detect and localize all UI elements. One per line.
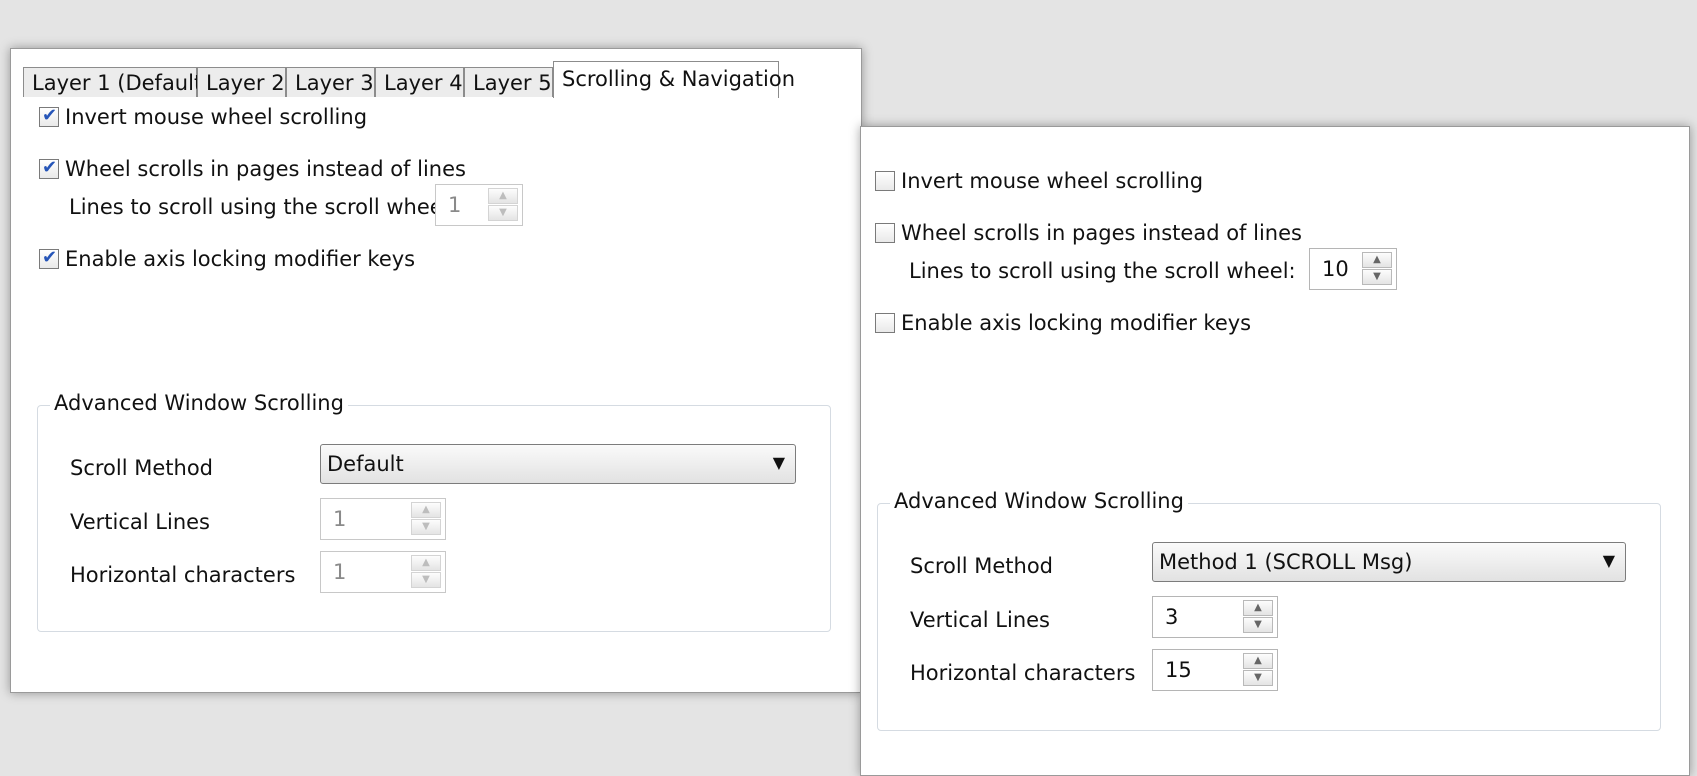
chevron-down-icon: ▼ <box>1602 551 1615 570</box>
scroll-method-label: Scroll Method <box>70 456 214 480</box>
spin-down-arrow-icon[interactable]: ▼ <box>411 519 441 535</box>
spin-up-arrow-icon[interactable]: ▲ <box>1243 600 1273 616</box>
invert-mouse-wheel-option[interactable]: Invert mouse wheel scrolling <box>39 105 367 129</box>
tab-layer-2[interactable]: Layer 2 <box>197 67 286 97</box>
spin-down-arrow-icon[interactable]: ▼ <box>411 572 441 588</box>
vertical-lines-value: 1 <box>333 507 347 531</box>
lines-to-scroll-label: Lines to scroll using the scroll wheel: <box>909 259 1296 283</box>
spin-up-arrow-icon[interactable]: ▲ <box>1362 252 1392 268</box>
scroll-method-select[interactable]: Default ▼ <box>320 444 796 484</box>
tab-layer-5[interactable]: Layer 5 <box>464 67 553 97</box>
spin-up-arrow-icon[interactable]: ▲ <box>1243 653 1273 669</box>
lines-to-scroll-value: 10 <box>1322 257 1349 281</box>
horizontal-characters-stepper[interactable]: 1 ▲ ▼ <box>320 551 446 593</box>
axis-locking-option[interactable]: Enable axis locking modifier keys <box>875 311 1251 335</box>
wheel-scrolls-pages-checkbox[interactable] <box>875 223 895 243</box>
invert-mouse-wheel-checkbox[interactable] <box>39 105 59 127</box>
axis-locking-label: Enable axis locking modifier keys <box>65 247 416 271</box>
vertical-lines-value: 3 <box>1165 605 1179 629</box>
spin-down-arrow-icon[interactable]: ▼ <box>1243 670 1273 686</box>
horizontal-characters-label: Horizontal characters <box>70 563 296 587</box>
chevron-down-icon: ▼ <box>772 453 785 472</box>
invert-mouse-wheel-label: Invert mouse wheel scrolling <box>901 169 1204 193</box>
vertical-lines-label: Vertical Lines <box>70 510 210 534</box>
advanced-window-scrolling-group: Advanced Window Scrolling Scroll Method … <box>877 489 1661 731</box>
spin-down-arrow-icon[interactable]: ▼ <box>1362 269 1392 285</box>
wheel-scrolls-pages-label: Wheel scrolls in pages instead of lines <box>65 157 466 181</box>
spin-up-arrow-icon[interactable]: ▲ <box>488 188 518 204</box>
tab-layer-1[interactable]: Layer 1 (Default) <box>23 67 210 97</box>
settings-panel-after: Invert mouse wheel scrolling Wheel scrol… <box>860 126 1690 776</box>
horizontal-characters-value: 1 <box>333 560 347 584</box>
invert-mouse-wheel-option[interactable]: Invert mouse wheel scrolling <box>875 169 1203 193</box>
wheel-scrolls-pages-checkbox[interactable] <box>39 157 59 179</box>
lines-to-scroll-label: Lines to scroll using the scroll wheel: <box>69 195 456 219</box>
scroll-method-select[interactable]: Method 1 (SCROLL Msg) ▼ <box>1152 542 1626 582</box>
horizontal-characters-value: 15 <box>1165 658 1192 682</box>
spin-down-arrow-icon[interactable]: ▼ <box>488 205 518 221</box>
wheel-scrolls-pages-option[interactable]: Wheel scrolls in pages instead of lines <box>875 221 1302 245</box>
vertical-lines-label: Vertical Lines <box>910 608 1050 632</box>
axis-locking-label: Enable axis locking modifier keys <box>901 311 1252 335</box>
spin-up-arrow-icon[interactable]: ▲ <box>411 555 441 571</box>
advanced-window-scrolling-title: Advanced Window Scrolling <box>50 391 348 415</box>
tab-scrolling-navigation[interactable]: Scrolling & Navigation <box>553 61 795 98</box>
advanced-window-scrolling-title: Advanced Window Scrolling <box>890 489 1188 513</box>
vertical-lines-stepper[interactable]: 1 ▲ ▼ <box>320 498 446 540</box>
wheel-scrolls-pages-option[interactable]: Wheel scrolls in pages instead of lines <box>39 157 466 181</box>
vertical-lines-stepper[interactable]: 3 ▲ ▼ <box>1152 596 1278 638</box>
axis-locking-checkbox[interactable] <box>875 313 895 333</box>
lines-to-scroll-value: 1 <box>448 193 462 217</box>
lines-to-scroll-stepper[interactable]: 1 ▲ ▼ <box>435 184 523 226</box>
tab-layer-4[interactable]: Layer 4 <box>375 67 464 97</box>
invert-mouse-wheel-checkbox[interactable] <box>875 171 895 191</box>
invert-mouse-wheel-label: Invert mouse wheel scrolling <box>65 105 368 129</box>
tab-layer-3[interactable]: Layer 3 <box>286 67 375 97</box>
advanced-window-scrolling-group: Advanced Window Scrolling Scroll Method … <box>37 391 831 632</box>
scroll-method-label: Scroll Method <box>910 554 1054 578</box>
scroll-method-value: Method 1 (SCROLL Msg) <box>1159 550 1413 574</box>
axis-locking-checkbox[interactable] <box>39 247 59 269</box>
spin-up-arrow-icon[interactable]: ▲ <box>411 502 441 518</box>
axis-locking-option[interactable]: Enable axis locking modifier keys <box>39 247 415 271</box>
scroll-method-value: Default <box>327 452 404 476</box>
lines-to-scroll-stepper[interactable]: 10 ▲ ▼ <box>1309 248 1397 290</box>
horizontal-characters-label: Horizontal characters <box>910 661 1136 685</box>
wheel-scrolls-pages-label: Wheel scrolls in pages instead of lines <box>901 221 1302 245</box>
horizontal-characters-stepper[interactable]: 15 ▲ ▼ <box>1152 649 1278 691</box>
settings-panel-before: Layer 1 (Default) Layer 2 Layer 3 Layer … <box>10 48 862 693</box>
spin-down-arrow-icon[interactable]: ▼ <box>1243 617 1273 633</box>
